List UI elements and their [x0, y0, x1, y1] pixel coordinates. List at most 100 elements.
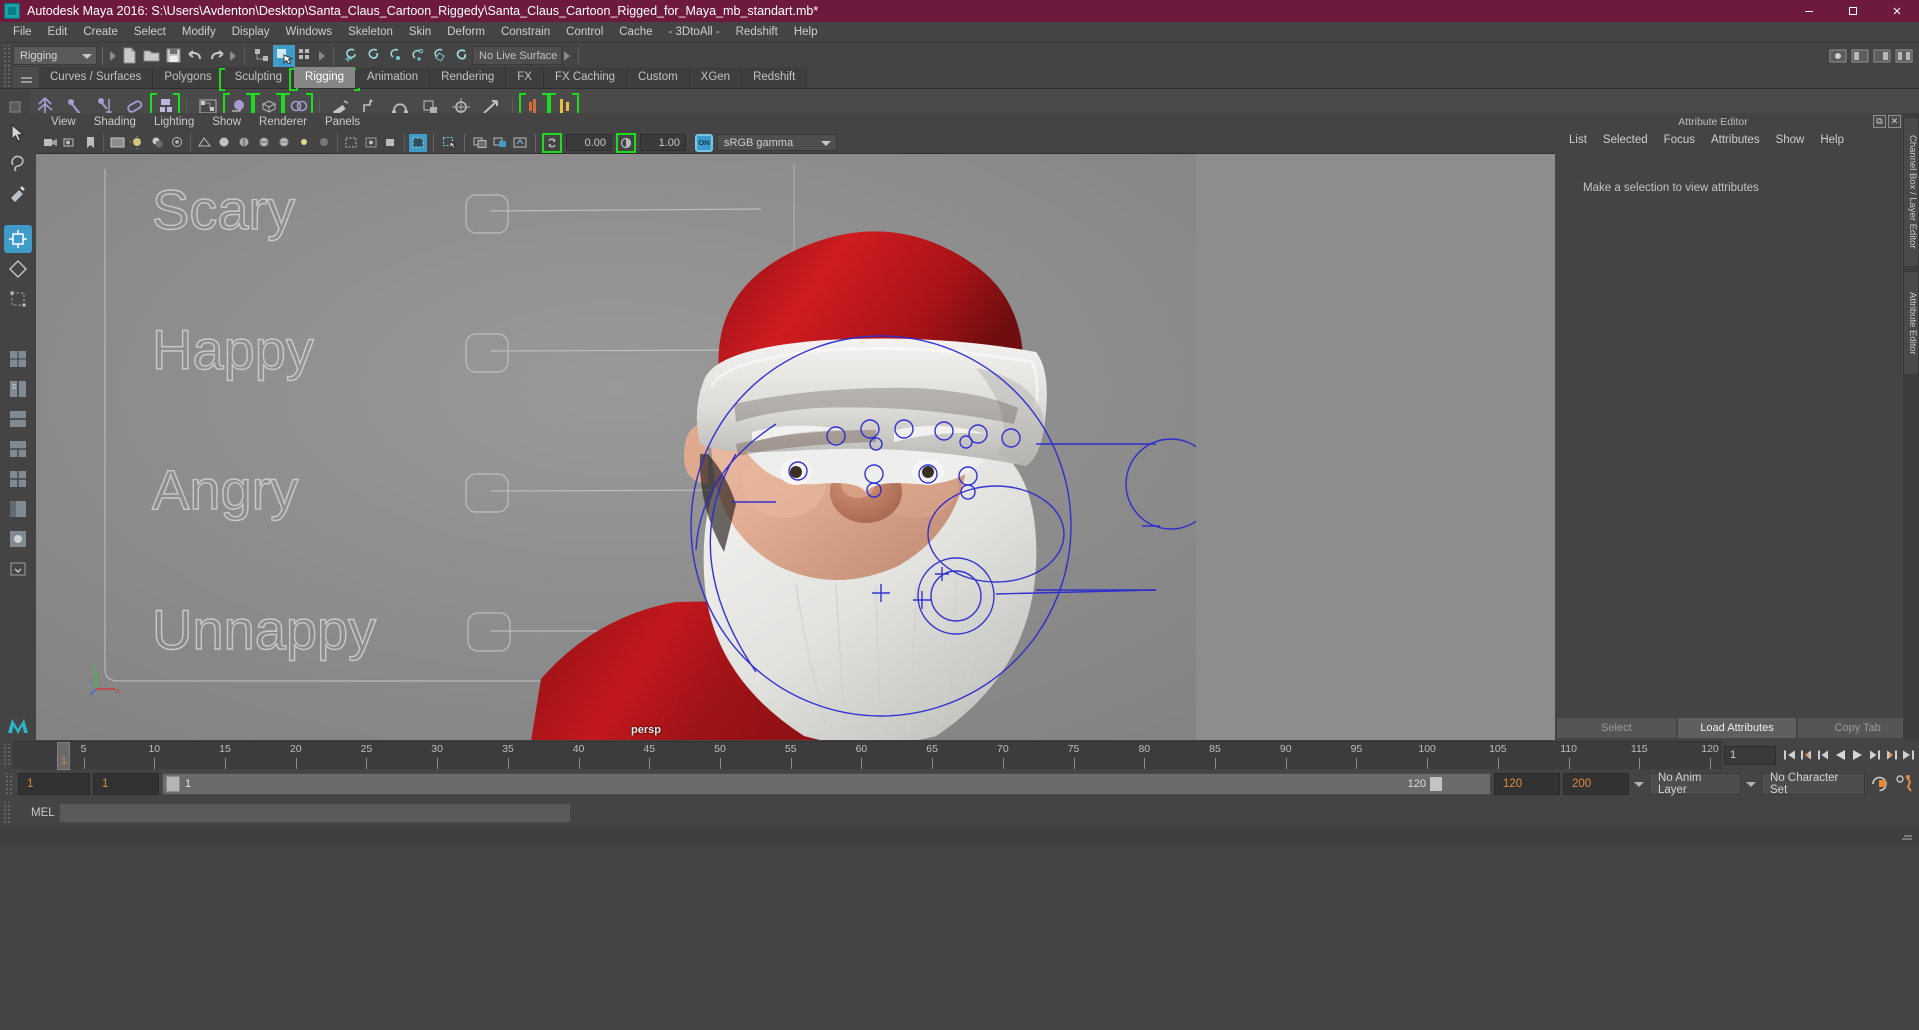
camera-attributes-icon[interactable]	[61, 134, 79, 152]
toggle-attribute-editor-icon[interactable]	[1871, 45, 1893, 67]
smooth-shade-all-icon[interactable]	[215, 134, 233, 152]
layout-hypershade-icon[interactable]	[4, 525, 32, 553]
layout-single-perspective-icon[interactable]	[4, 345, 32, 373]
viewport-menu-renderer[interactable]: Renderer	[250, 113, 316, 132]
menu-file[interactable]: File	[5, 22, 40, 42]
anim-end-field[interactable]: 120	[1494, 773, 1560, 795]
new-scene-icon[interactable]	[118, 45, 140, 67]
viewport-menu-shading[interactable]: Shading	[85, 113, 145, 132]
exposure-field[interactable]: 0.00	[566, 134, 612, 151]
minimize-button[interactable]	[1787, 0, 1831, 22]
make-live-icon[interactable]	[450, 45, 472, 67]
two-sided-lighting-icon[interactable]	[128, 134, 146, 152]
toggle-tool-settings-icon[interactable]	[1893, 45, 1915, 67]
textured-shading-icon[interactable]	[275, 134, 293, 152]
tool-move-icon[interactable]	[4, 225, 32, 253]
select-camera-icon[interactable]	[41, 134, 59, 152]
layout-four-panes-icon[interactable]	[4, 465, 32, 493]
step-back-frame-icon[interactable]	[1815, 746, 1832, 765]
step-forward-frame-icon[interactable]	[1866, 746, 1883, 765]
time-slider-cursor[interactable]: 1	[57, 742, 70, 770]
ae-menu-show[interactable]: Show	[1768, 134, 1813, 146]
ambient-occlusion-icon[interactable]	[168, 134, 186, 152]
menu-constrain[interactable]: Constrain	[493, 22, 558, 42]
redo-icon[interactable]	[206, 45, 228, 67]
menu-create[interactable]: Create	[75, 22, 126, 42]
shelf-tab-xgen[interactable]: XGen	[689, 67, 743, 88]
vtab-attribute-editor[interactable]: Attribute Editor	[1903, 271, 1919, 375]
toolbar-grip[interactable]	[2, 44, 11, 67]
float-panel-icon[interactable]: ⧉	[1873, 115, 1887, 128]
command-line-grip[interactable]	[2, 802, 11, 824]
resolution-gate-icon[interactable]	[511, 134, 529, 152]
anim-layer-selector[interactable]: No Anim Layer	[1649, 772, 1741, 796]
bookmarks-icon[interactable]	[81, 134, 99, 152]
range-slider[interactable]: 1 120	[162, 773, 1491, 795]
open-scene-icon[interactable]	[140, 45, 162, 67]
menu-help[interactable]: Help	[786, 22, 826, 42]
range-slider-left-handle[interactable]	[166, 776, 180, 792]
ae-menu-attributes[interactable]: Attributes	[1703, 134, 1768, 146]
menu-3dtoall[interactable]: - 3DtoAll -	[661, 22, 728, 42]
close-panel-icon[interactable]: ✕	[1888, 115, 1902, 128]
go-to-end-icon[interactable]	[1900, 746, 1917, 765]
gamma-field[interactable]: 1.00	[640, 134, 686, 151]
shaded-wireframe-icon[interactable]	[255, 134, 273, 152]
auto-keyframe-icon[interactable]	[1868, 775, 1890, 794]
grid-toggle-icon[interactable]	[471, 134, 489, 152]
menu-windows[interactable]: Windows	[277, 22, 340, 42]
ae-select-button[interactable]: Select	[1557, 718, 1676, 738]
viewport-menu-view[interactable]: View	[42, 113, 85, 132]
shelf-tab-curves-surfaces[interactable]: Curves / Surfaces	[39, 67, 154, 88]
tool-scale-icon[interactable]	[4, 285, 32, 313]
tool-rotate-icon[interactable]	[4, 255, 32, 283]
shelf-tab-animation[interactable]: Animation	[356, 67, 431, 88]
shelf-tab-rigging[interactable]: Rigging	[289, 67, 361, 91]
ae-menu-list[interactable]: List	[1561, 134, 1595, 146]
menu-skin[interactable]: Skin	[401, 22, 439, 42]
anim-layer-dropdown-icon[interactable]	[1632, 773, 1646, 795]
undo-icon[interactable]	[184, 45, 206, 67]
go-to-start-icon[interactable]	[1781, 746, 1798, 765]
snap-to-point-icon[interactable]	[384, 45, 406, 67]
ae-load-attributes-button[interactable]: Load Attributes	[1677, 718, 1797, 738]
menu-select[interactable]: Select	[126, 22, 174, 42]
ae-menu-focus[interactable]: Focus	[1656, 134, 1703, 146]
select-isolate-add-icon[interactable]	[440, 134, 458, 152]
layout-two-panes-side-icon[interactable]	[4, 375, 32, 403]
collapse-arrow-3-icon[interactable]	[317, 46, 327, 66]
step-back-key-icon[interactable]	[1798, 746, 1815, 765]
ae-menu-selected[interactable]: Selected	[1595, 134, 1656, 146]
layout-more-icon[interactable]	[4, 555, 32, 583]
range-slider-right-handle[interactable]	[1430, 777, 1442, 791]
select-by-hierarchy-icon[interactable]	[251, 45, 273, 67]
select-by-component-icon[interactable]	[295, 45, 317, 67]
step-forward-key-icon[interactable]	[1883, 746, 1900, 765]
time-slider[interactable]: 1 5 10 15 20 25 30 35 40 45 50 55 60 65 70 75 80 85 90 95 1…	[13, 741, 1722, 770]
command-language-label[interactable]: MEL	[13, 807, 59, 819]
character-set-dropdown-icon[interactable]	[1744, 773, 1758, 795]
timeline-grip[interactable]	[2, 744, 11, 766]
smooth-shade-selected-icon[interactable]	[235, 134, 253, 152]
shelf-tab-polygons[interactable]: Polygons	[153, 67, 224, 88]
viewport-menu-show[interactable]: Show	[203, 113, 250, 132]
wireframe-shading-icon[interactable]	[195, 134, 213, 152]
snap-to-projected-center-icon[interactable]	[406, 45, 428, 67]
anim-start-field[interactable]: 1	[93, 773, 159, 795]
shelf-tab-rendering[interactable]: Rendering	[430, 67, 507, 88]
menu-cache[interactable]: Cache	[611, 22, 660, 42]
animation-preferences-icon[interactable]	[1893, 775, 1917, 794]
menu-edit[interactable]: Edit	[40, 22, 76, 42]
menu-redshift[interactable]: Redshift	[728, 22, 786, 42]
ae-copy-tab-button[interactable]: Copy Tab	[1798, 718, 1918, 738]
collapse-arrow-2-icon[interactable]	[228, 46, 238, 66]
collapse-arrow-1-icon[interactable]	[108, 46, 118, 66]
toggle-hypergraph-icon[interactable]	[1827, 45, 1849, 67]
shelf-tab-sculpting[interactable]: Sculpting	[218, 67, 299, 91]
menu-set-selector[interactable]: Rigging	[13, 46, 97, 65]
shelf-grip[interactable]	[2, 66, 11, 88]
menu-modify[interactable]: Modify	[174, 22, 224, 42]
tool-paint-select-icon[interactable]	[4, 179, 32, 207]
xray-active-components-icon[interactable]	[382, 134, 400, 152]
color-management-toggle[interactable]: ON	[695, 133, 713, 152]
